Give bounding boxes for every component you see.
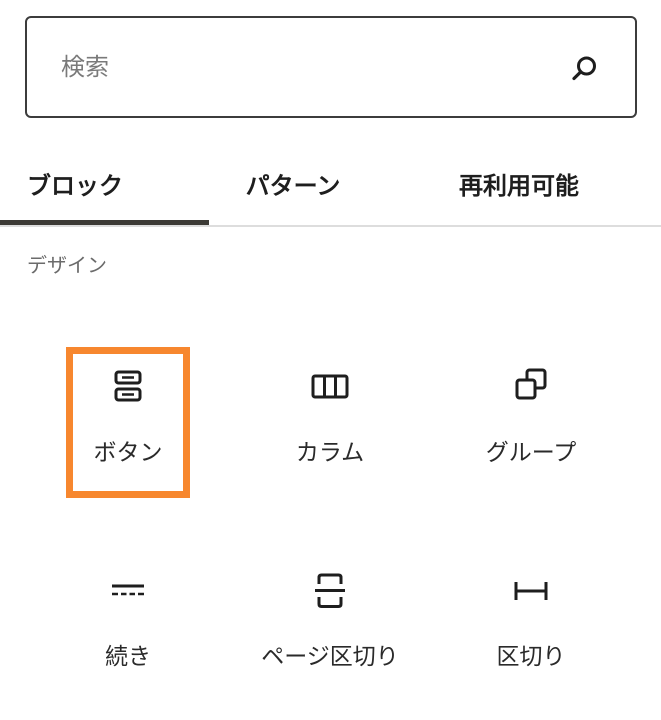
separator-icon <box>514 582 548 600</box>
block-item-label: ページ区切り <box>261 644 399 670</box>
buttons-icon <box>114 370 142 402</box>
block-item-more[interactable]: 続き <box>28 553 228 693</box>
block-item-label: グループ <box>485 440 577 466</box>
block-item-label: カラム <box>295 440 365 466</box>
tab-reusable-label: 再利用可能 <box>459 172 579 200</box>
inserter-tabs: ブロック パターン 再利用可能 <box>0 140 661 227</box>
search-input[interactable] <box>61 18 561 116</box>
tab-blocks-label: ブロック <box>27 172 123 200</box>
group-icon <box>515 368 547 400</box>
search-icon[interactable] <box>570 53 600 83</box>
tab-blocks[interactable]: ブロック <box>0 140 209 227</box>
block-item-buttons[interactable]: ボタン <box>28 349 228 489</box>
tab-patterns[interactable]: パターン <box>209 140 377 227</box>
search-box[interactable] <box>25 16 637 118</box>
columns-icon <box>311 374 349 399</box>
block-item-columns[interactable]: カラム <box>230 349 430 489</box>
page-break-icon <box>315 573 345 608</box>
block-item-label: 続き <box>105 644 151 670</box>
block-inserter-panel: ブロック パターン 再利用可能 デザイン ボタン カラム <box>0 0 661 720</box>
tab-reusable[interactable]: 再利用可能 <box>377 140 661 227</box>
tab-patterns-label: パターン <box>245 172 341 200</box>
category-heading: デザイン <box>27 253 107 277</box>
block-item-page-break[interactable]: ページ区切り <box>230 553 430 693</box>
more-icon <box>112 584 144 596</box>
tabs-divider <box>0 225 661 227</box>
block-item-label: ボタン <box>93 440 163 466</box>
block-item-separator[interactable]: 区切り <box>431 553 631 693</box>
block-item-label: 区切り <box>496 644 566 670</box>
block-item-group[interactable]: グループ <box>431 349 631 489</box>
